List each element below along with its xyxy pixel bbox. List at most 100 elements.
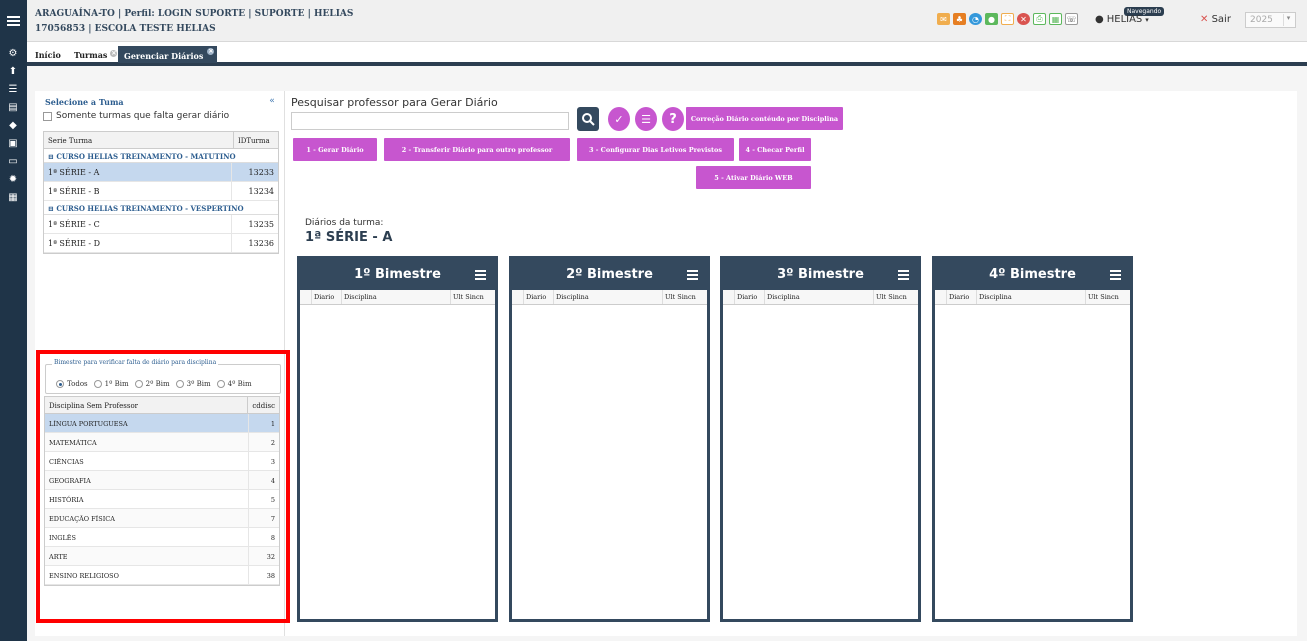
tab-inicio[interactable]: Início (35, 50, 61, 60)
chat-icon[interactable]: ● (985, 13, 998, 25)
bimestre-panel-3: 3º Bimestre Diario Disciplina Ult Sincn (720, 256, 921, 622)
grid-header: Serie Turma IDTurma (44, 132, 278, 149)
clipboard-check-button[interactable]: ✓ (608, 107, 630, 131)
button-label: 5 - Ativar Diário WEB (714, 173, 793, 182)
transferir-diario-button[interactable]: 2 - Transferir Diário para outro profess… (384, 138, 570, 161)
list-button[interactable]: ☰ (635, 107, 657, 131)
tab-bar: Início Turmas ✕ Gerenciar Diários ✕ (27, 42, 1307, 66)
menu-icon[interactable] (1110, 268, 1121, 282)
col-diario[interactable]: Diario (735, 290, 765, 304)
menu-toggle-button[interactable] (0, 0, 27, 42)
arrow-up-icon[interactable]: ⬆ (6, 64, 20, 78)
bus-icon[interactable]: ▣ (6, 136, 20, 150)
bimestre-columns: Diario Disciplina Ult Sincn (935, 290, 1130, 305)
grid-icon[interactable]: ▦ (1049, 13, 1062, 25)
checar-perfil-button[interactable]: 4 - Checar Perfil (739, 138, 811, 161)
user-icon: ● (1095, 14, 1104, 25)
gerar-diario-button[interactable]: 1 - Gerar Diário (293, 138, 377, 161)
button-label: 3 - Configurar Dias Letivos Previstos (588, 145, 723, 154)
print-icon[interactable]: ⎙ (1033, 13, 1046, 25)
correcao-diario-button[interactable]: Correção Diário contéudo por Disciplina (686, 107, 843, 130)
list-icon: ☰ (641, 112, 651, 126)
clipboard-check-icon: ✓ (614, 112, 624, 126)
bimestre-panel-2: 2º Bimestre Diario Disciplina Ult Sincn (509, 256, 710, 622)
list-icon[interactable]: ☰ (6, 82, 20, 96)
toolbar-icons: ✉ ♣ ◔ ● ⛶ ✕ ⎙ ▦ ☏ (937, 13, 1078, 25)
group-header[interactable]: ⊟ CURSO HELIAS TREINAMENTO - VESPERTINO (44, 201, 278, 215)
monitor-icon[interactable]: ▭ (6, 154, 20, 168)
col-ult-sinc[interactable]: Ult Sincn (874, 290, 918, 304)
year-select[interactable]: 2025 ▾ (1245, 12, 1296, 28)
cell-id: 13235 (248, 220, 274, 229)
panel-title: Selecione a Tuma (45, 97, 124, 107)
collapse-icon[interactable]: « (267, 96, 277, 106)
filter-checkbox[interactable]: Somente turmas que falta gerar diário (43, 111, 229, 121)
search-input[interactable] (291, 112, 569, 130)
dropbox-icon[interactable]: ◆ (6, 118, 20, 132)
table-row[interactable]: 1ª SÉRIE - C 13235 (44, 215, 278, 234)
help-button[interactable]: ? (662, 107, 684, 131)
group-header[interactable]: ⊟ CURSO HELIAS TREINAMENTO - MATUTINO (44, 149, 278, 163)
col-id-turma[interactable]: IDTurma (234, 132, 274, 148)
checkbox[interactable] (43, 111, 52, 121)
col-disciplina[interactable]: Disciplina (554, 290, 663, 304)
col-diario[interactable]: Diario (312, 290, 342, 304)
card-icon[interactable]: ▤ (6, 100, 20, 114)
gear-icon[interactable]: ✹ (6, 172, 20, 186)
envelope-icon[interactable]: ✉ (937, 13, 950, 25)
col-diario[interactable]: Diario (524, 290, 554, 304)
bimestre-title: 4º Bimestre (989, 267, 1076, 282)
col-disciplina[interactable]: Disciplina (342, 290, 451, 304)
bimestre-header: 4º Bimestre (935, 259, 1130, 290)
close-tab-icon[interactable]: ✕ (207, 48, 215, 55)
whatsapp-icon[interactable]: ☏ (1065, 13, 1078, 25)
cell-id: 13233 (248, 168, 274, 177)
pie-chart-icon[interactable]: ◔ (969, 13, 982, 25)
bimestre-header: 2º Bimestre (512, 259, 707, 290)
col-ult-sinc[interactable]: Ult Sincn (1086, 290, 1130, 304)
table-row[interactable]: 1ª SÉRIE - A 13233 (44, 163, 278, 182)
configurar-dias-button[interactable]: 3 - Configurar Dias Letivos Previstos (577, 138, 734, 161)
side-rail: ⚙ ⬆ ☰ ▤ ◆ ▣ ▭ ✹ ▦ (0, 0, 27, 641)
col-disciplina[interactable]: Disciplina (977, 290, 1086, 304)
tab-label: Turmas (74, 50, 108, 60)
close-tab-icon[interactable]: ✕ (110, 50, 118, 57)
group-name: CURSO HELIAS TREINAMENTO - MATUTINO (56, 152, 236, 161)
col-ult-sinc[interactable]: Ult Sincn (451, 290, 495, 304)
button-label: Correção Diário contéudo por Disciplina (690, 114, 839, 123)
ativar-diario-web-button[interactable]: 5 - Ativar Diário WEB (696, 166, 811, 189)
cell-serie: 1ª SÉRIE - D (44, 234, 233, 252)
logout-button[interactable]: ✕ Sair (1200, 14, 1231, 25)
col-diario[interactable]: Diario (947, 290, 977, 304)
tab-label: Início (35, 50, 61, 60)
col-disciplina[interactable]: Disciplina (765, 290, 874, 304)
user-menu[interactable]: ● HELIAS ▾ (1095, 14, 1149, 25)
table-row[interactable]: 1ª SÉRIE - B 13234 (44, 182, 278, 201)
settings-icon[interactable]: ⚙ (6, 46, 20, 60)
table-row[interactable]: 1ª SÉRIE - D 13236 (44, 234, 278, 253)
search-button[interactable] (577, 107, 599, 131)
expand-icon[interactable]: ⛶ (1001, 13, 1014, 25)
table-icon[interactable]: ▦ (6, 190, 20, 204)
col-serie-turma[interactable]: Serie Turma (44, 132, 234, 148)
tab-gerenciar-diarios[interactable]: Gerenciar Diários ✕ (118, 46, 218, 63)
cell-serie: 1ª SÉRIE - B (44, 182, 233, 200)
chevron-down-icon: ▾ (1283, 14, 1293, 26)
menu-icon[interactable] (687, 268, 698, 282)
close-icon: ✕ (1200, 14, 1209, 25)
menu-icon[interactable] (475, 268, 486, 282)
button-label: 1 - Gerar Diário (306, 145, 364, 154)
col-ult-sinc[interactable]: Ult Sincn (663, 290, 707, 304)
bimestre-panel-4: 4º Bimestre Diario Disciplina Ult Sincn (932, 256, 1133, 622)
bimestre-title: 3º Bimestre (777, 267, 864, 282)
menu-icon[interactable] (898, 268, 909, 282)
bimestre-title: 1º Bimestre (354, 267, 441, 282)
sitemap-icon[interactable]: ♣ (953, 13, 966, 25)
chevron-down-icon: ▾ (1145, 15, 1149, 24)
tab-turmas[interactable]: Turmas ✕ (74, 50, 118, 60)
bimestre-header: 1º Bimestre (300, 259, 495, 290)
logout-label: Sair (1211, 14, 1231, 25)
header-school: 17056853 | ESCOLA TESTE HELIAS (35, 24, 216, 34)
close-circle-icon[interactable]: ✕ (1017, 13, 1030, 25)
button-label: 4 - Checar Perfil (745, 145, 805, 154)
